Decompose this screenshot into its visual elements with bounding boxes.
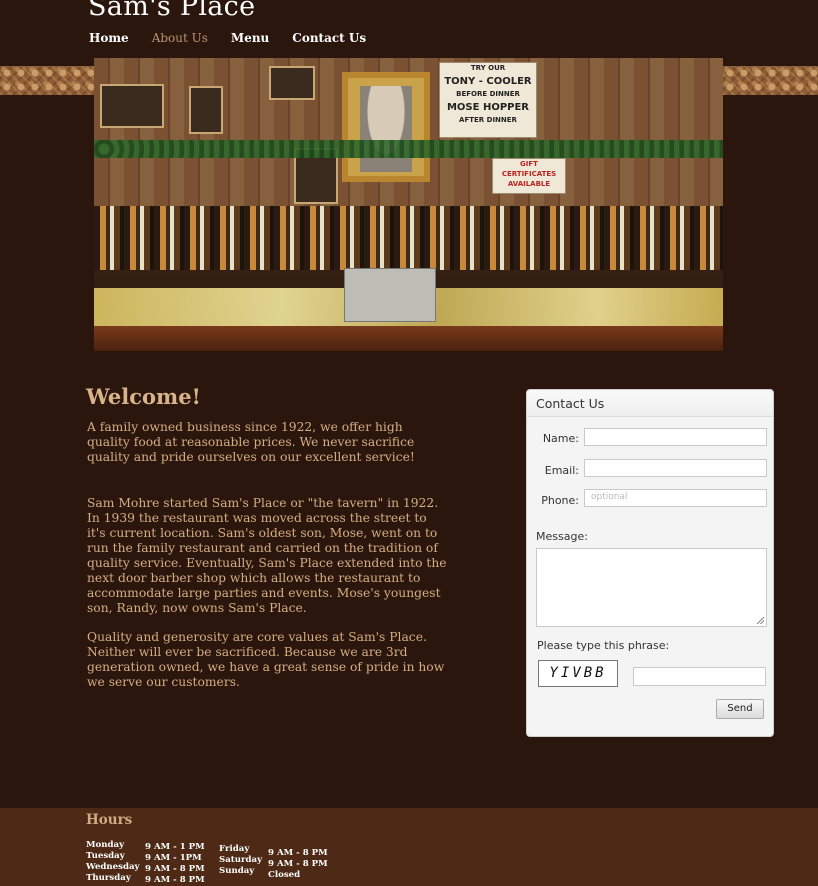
captcha-image: YIVBB [538,660,618,687]
hero-garland [94,140,723,158]
nav-item-contact-us[interactable]: Contact Us [292,30,366,48]
sign-line: GIFT [520,160,538,168]
phone-label: Phone: [541,494,579,507]
damask-banner-left [0,66,94,95]
email-input[interactable] [584,459,767,477]
nav-item-about-us[interactable]: About Us [152,30,208,48]
hours-days-col2: Friday Saturday Sunday [219,844,262,877]
hero-counter [94,326,723,351]
hours-time: 9 AM - 1 PM [145,842,205,852]
welcome-title: Welcome! [86,384,201,409]
hours-days-col1: Monday Tuesday Wednesday Thursday [86,840,140,884]
hours-times-col1: 9 AM - 1 PM 9 AM - 1PM 9 AM - 8 PM 9 AM … [145,842,205,886]
message-textarea[interactable] [536,548,767,627]
name-label: Name: [542,432,579,445]
hero-cash-register [344,268,436,322]
sign-line: CERTIFICATES [501,170,557,178]
hours-day: Wednesday [86,862,140,872]
hours-time: 9 AM - 8 PM [268,848,328,858]
sign-line: TONY - COOLER [444,76,532,87]
hero-portrait [342,72,430,182]
hero-sign-gift: GIFT CERTIFICATES AVAILABLE [492,158,566,194]
hours-day: Sunday [219,866,255,876]
damask-banner-right [723,66,818,95]
hours-day: Saturday [219,855,263,865]
send-button[interactable]: Send [716,699,764,719]
sign-line: AFTER DINNER [459,116,517,124]
sign-line: MOSE HOPPER [446,102,530,113]
hours-title: Hours [86,812,133,828]
hours-time: 9 AM - 8 PM [145,864,205,874]
hours-day: Tuesday [86,851,125,861]
name-input[interactable] [584,428,767,446]
site-title: Sam's Place [88,0,256,22]
sign-line: BEFORE DINNER [456,90,520,98]
hero-bottles [94,206,723,270]
hero-frame [189,86,223,134]
values-paragraph: Quality and generosity are core values a… [87,630,445,689]
main-nav: Home About Us Menu Contact Us [89,30,389,48]
captcha-label: Please type this phrase: [537,639,670,652]
welcome-paragraph: A family owned business since 1922, we o… [87,420,415,464]
phone-input[interactable]: optional [584,489,767,507]
contact-form: Contact Us Name: Email: Phone: optional … [526,389,774,737]
contact-form-title: Contact Us [527,390,773,417]
hours-time: 9 AM - 8 PM [145,875,205,885]
sign-line: TRY OUR [470,64,506,72]
footer: Hours Monday Tuesday Wednesday Thursday … [0,808,818,886]
hours-day: Friday [219,844,250,854]
message-label: Message: [536,530,588,543]
hero-frame [100,84,164,128]
hours-day: Monday [86,840,125,850]
hours-time: Closed [268,870,301,880]
nav-item-home[interactable]: Home [89,30,129,48]
captcha-input[interactable] [633,667,766,686]
hero-frame [269,66,315,100]
hero-photo: TRY OUR TONY - COOLER BEFORE DINNER MOSE… [94,58,723,351]
nav-item-menu[interactable]: Menu [231,30,269,48]
history-paragraph: Sam Mohre started Sam's Place or "the ta… [87,496,447,615]
hours-time: 9 AM - 8 PM [268,859,328,869]
hero-sign-specials: TRY OUR TONY - COOLER BEFORE DINNER MOSE… [439,62,537,138]
hours-times-col2: 9 AM - 8 PM 9 AM - 8 PM Closed [268,848,328,881]
email-label: Email: [544,464,579,477]
hours-day: Thursday [86,873,131,883]
hours-time: 9 AM - 1PM [145,853,202,863]
sign-line: AVAILABLE [507,180,551,188]
